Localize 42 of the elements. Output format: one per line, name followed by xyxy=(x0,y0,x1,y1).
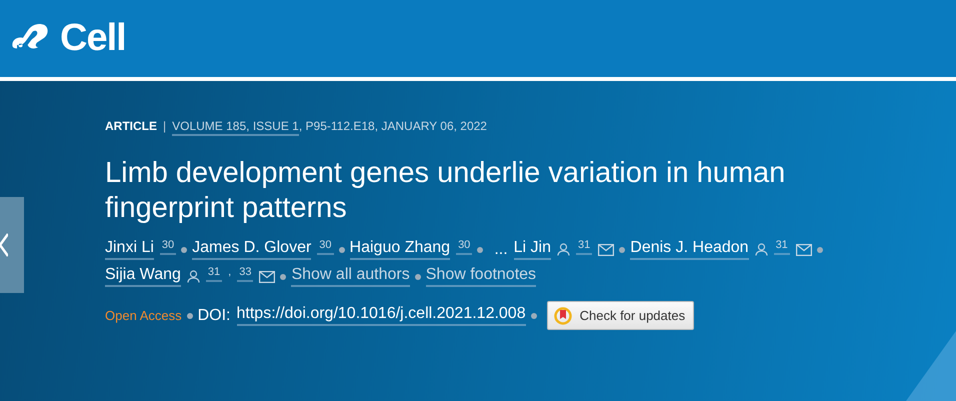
show-link[interactable]: Show all authors xyxy=(291,266,410,287)
citation: , P95-112.E18, JANUARY 06, 2022 xyxy=(298,119,487,135)
bullet-dot xyxy=(477,246,484,252)
bullet-dot xyxy=(619,246,626,252)
volume-link[interactable]: VOLUME 185, ISSUE 1 xyxy=(172,119,299,136)
affiliation-ref[interactable]: 30 xyxy=(456,239,472,255)
article-type: ARTICLE xyxy=(105,119,157,133)
author-link[interactable]: Haiguo Zhang xyxy=(350,239,450,260)
affiliation-ref[interactable]: 31 xyxy=(774,239,790,255)
bullet-dot xyxy=(338,246,345,252)
ref-separator: , xyxy=(228,266,232,278)
doi-link[interactable]: https://doi.org/10.1016/j.cell.2021.12.008 xyxy=(236,305,526,326)
author-link[interactable]: James D. Glover xyxy=(192,239,312,260)
bookmark-icon xyxy=(554,306,572,324)
affiliation-ref[interactable]: 30 xyxy=(160,239,176,255)
affiliation-ref[interactable]: 33 xyxy=(237,266,254,282)
chevron-left-icon xyxy=(0,232,8,258)
email-icon[interactable] xyxy=(796,244,812,256)
bullet-dot xyxy=(414,274,421,280)
affiliation-ref[interactable]: 31 xyxy=(576,239,592,255)
check-updates-button[interactable]: Check for updates xyxy=(546,301,694,330)
doi-label: DOI: xyxy=(198,306,230,324)
affiliation-ref[interactable]: 31 xyxy=(206,266,222,282)
bullet-dot xyxy=(186,312,193,318)
author-link[interactable]: Denis J. Headon xyxy=(630,239,749,260)
show-link[interactable]: Show footnotes xyxy=(426,266,536,287)
separator: | xyxy=(163,119,166,133)
author-link[interactable]: Sijia Wang xyxy=(105,266,181,287)
bullet-dot xyxy=(181,246,188,252)
brand-logo[interactable]: Cell xyxy=(60,17,126,60)
bullet-dot xyxy=(280,274,286,280)
affiliation-ref[interactable]: 30 xyxy=(317,239,334,255)
access-label: Open Access xyxy=(105,308,182,323)
ellipsis: ... xyxy=(494,240,508,258)
author-link[interactable]: Li Jin xyxy=(514,239,552,260)
article-title: Limb development genes underlie variation in human fingerprint patterns xyxy=(105,156,786,226)
author-link[interactable]: Jinxi Li xyxy=(105,239,154,260)
email-icon[interactable] xyxy=(598,244,614,256)
bullet-dot xyxy=(816,246,823,252)
previous-tab[interactable] xyxy=(0,197,24,293)
email-icon[interactable] xyxy=(259,270,276,282)
bullet-dot xyxy=(530,312,537,318)
